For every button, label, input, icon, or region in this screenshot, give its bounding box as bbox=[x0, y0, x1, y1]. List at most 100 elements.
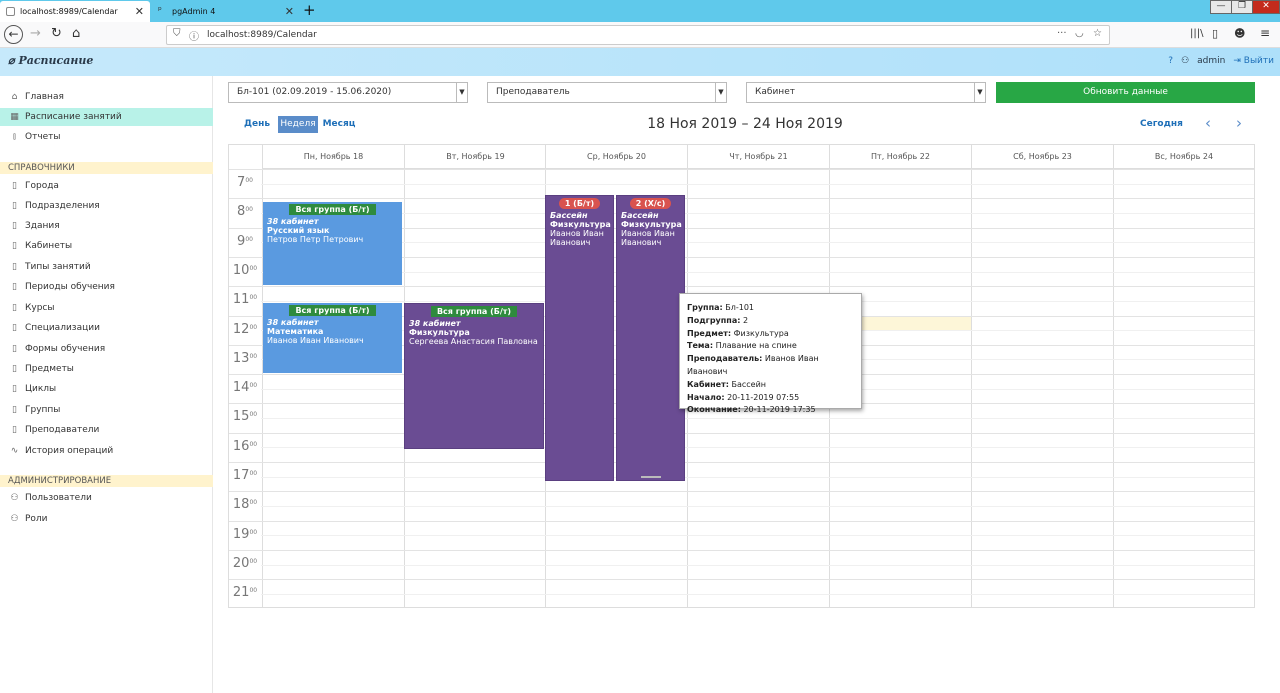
logout-button[interactable]: ⇥ Выйти bbox=[1233, 56, 1274, 66]
library-icon[interactable]: |||\ bbox=[1190, 28, 1203, 39]
sidebar-item-teachers[interactable]: ▯ Преподаватели bbox=[0, 421, 213, 439]
section-references: СПРАВОЧНИКИ bbox=[0, 162, 213, 174]
forward-icon[interactable]: → bbox=[30, 26, 41, 41]
event-russian[interactable]: Вся группа (Б/т) 38 кабинет Русский язык… bbox=[263, 202, 402, 285]
browser-tab-calendar[interactable]: localhost:8989/Calendar ✕ bbox=[0, 1, 150, 22]
hour-number: 13 bbox=[232, 350, 250, 366]
hour-minutes: 00 bbox=[249, 587, 258, 595]
event-pe-tuesday[interactable]: Вся группа (Б/т) 38 кабинет Физкультура … bbox=[404, 303, 544, 449]
hour-number: 16 bbox=[232, 438, 250, 454]
url-bar[interactable]: ⛉ ⓘ localhost:8989/Calendar ··· ◡ ☆ bbox=[166, 25, 1110, 45]
hour-label: 1800 bbox=[229, 497, 261, 512]
brand-logo[interactable]: ⌀ Расписание bbox=[8, 54, 93, 67]
hour-number: 10 bbox=[232, 262, 250, 278]
hour-line bbox=[229, 462, 1254, 463]
sidebar-item-departments[interactable]: ▯ Подразделения bbox=[0, 197, 213, 215]
pgadmin-icon: ᵖ bbox=[158, 6, 162, 16]
event-pool-sub1[interactable]: 1 (Б/т) Бассейн Физкультура Иванов Иван … bbox=[545, 195, 614, 481]
event-badge: 1 (Б/т) bbox=[558, 198, 601, 209]
sidebar-item-specializations[interactable]: ▯ Специализации bbox=[0, 319, 213, 337]
view-week-button[interactable]: Неделя bbox=[278, 116, 318, 133]
sidebar-item-label: Формы обучения bbox=[25, 344, 106, 354]
refresh-button[interactable]: Обновить данные bbox=[996, 82, 1255, 103]
back-icon[interactable]: ← bbox=[4, 25, 23, 44]
sidebar-item-reports[interactable]: ⫾ Отчеты bbox=[0, 128, 213, 146]
sidebar-item-cities[interactable]: ▯ Города bbox=[0, 177, 213, 195]
minimize-icon[interactable]: — bbox=[1210, 0, 1232, 14]
room-select[interactable]: Кабинет ▼ bbox=[746, 82, 986, 103]
sidebar-item-buildings[interactable]: ▯ Здания bbox=[0, 217, 213, 235]
browser-tab-pgadmin[interactable]: ᵖ pgAdmin 4 ✕ bbox=[152, 1, 300, 22]
more-icon[interactable]: ··· bbox=[1057, 28, 1067, 39]
book-icon: ▯ bbox=[12, 424, 17, 435]
event-math[interactable]: Вся группа (Б/т) 38 кабинет Математика И… bbox=[263, 303, 402, 373]
sidebar-item-schedule[interactable]: ▦ Расписание занятий bbox=[0, 108, 213, 126]
book-icon: ▯ bbox=[12, 343, 17, 354]
hour-minutes: 00 bbox=[245, 177, 253, 184]
reload-icon[interactable]: ↻ bbox=[51, 26, 62, 41]
app-header: ⌀ Расписание ? ⚇ admin ⇥ Выйти bbox=[0, 48, 1280, 76]
sidebar-icon[interactable]: ▯ bbox=[1212, 27, 1218, 40]
group-select-value: Бл-101 (02.09.2019 - 15.06.2020) bbox=[237, 87, 392, 97]
day-header: Вс, Ноябрь 24 bbox=[1113, 145, 1254, 169]
hour-number: 20 bbox=[232, 555, 250, 571]
sidebar-item-study-forms[interactable]: ▯ Формы обучения bbox=[0, 340, 213, 358]
sidebar-item-history[interactable]: ∿ История операций bbox=[0, 442, 213, 460]
book-icon: ▯ bbox=[12, 383, 17, 394]
sidebar-item-groups[interactable]: ▯ Группы bbox=[0, 401, 213, 419]
maximize-icon[interactable]: ❐ bbox=[1231, 0, 1253, 14]
sidebar-item-rooms[interactable]: ▯ Кабинеты bbox=[0, 237, 213, 255]
book-icon: ▯ bbox=[12, 180, 17, 191]
chevron-left-icon[interactable]: ‹ bbox=[1205, 114, 1211, 132]
close-tab-icon[interactable]: ✕ bbox=[285, 5, 294, 18]
event-subject: Русский язык bbox=[267, 226, 330, 235]
menu-icon[interactable]: ≡ bbox=[1260, 26, 1270, 40]
tooltip-value: 2 bbox=[742, 315, 749, 325]
sidebar-item-lesson-types[interactable]: ▯ Типы занятий bbox=[0, 258, 213, 276]
close-window-icon[interactable]: ✕ bbox=[1252, 0, 1280, 14]
sidebar-item-users[interactable]: ⚇ Пользователи bbox=[0, 489, 213, 507]
tooltip-value: 20-11-2019 07:55 bbox=[727, 392, 800, 402]
event-teacher: Иванов Иван Иванович bbox=[267, 336, 364, 345]
sidebar-item-home[interactable]: ⌂ Главная bbox=[0, 88, 213, 106]
book-icon: ▯ bbox=[12, 200, 17, 211]
home-button-icon[interactable]: ⌂ bbox=[72, 26, 80, 41]
sidebar-item-cycles[interactable]: ▯ Циклы bbox=[0, 380, 213, 398]
group-select[interactable]: Бл-101 (02.09.2019 - 15.06.2020) ▼ bbox=[228, 82, 468, 103]
sidebar-item-label: Здания bbox=[25, 221, 60, 231]
view-month-button[interactable]: Месяц bbox=[321, 116, 357, 133]
sidebar-item-roles[interactable]: ⚇ Роли bbox=[0, 510, 213, 528]
event-pool-sub2[interactable]: 2 (Х/с) Бассейн Физкультура Иванов Иван … bbox=[616, 195, 685, 481]
teacher-select[interactable]: Преподаватель ▼ bbox=[487, 82, 727, 103]
hour-minutes: 00 bbox=[249, 411, 258, 419]
user-name[interactable]: admin bbox=[1197, 56, 1225, 66]
chevron-down-icon: ▼ bbox=[456, 83, 467, 102]
sidebar-item-label: Курсы bbox=[25, 303, 55, 313]
hour-label: 1000 bbox=[229, 263, 261, 278]
close-tab-icon[interactable]: ✕ bbox=[135, 5, 144, 18]
new-tab-icon[interactable]: + bbox=[303, 1, 316, 19]
hour-label: 1700 bbox=[229, 468, 261, 483]
account-icon[interactable]: ☻ bbox=[1234, 27, 1245, 40]
hour-number: 14 bbox=[232, 380, 250, 396]
hour-number: 12 bbox=[232, 321, 250, 337]
book-icon: ▯ bbox=[12, 322, 17, 333]
resize-handle[interactable] bbox=[641, 476, 661, 478]
today-button[interactable]: Сегодня bbox=[1140, 119, 1183, 129]
info-icon: ⓘ bbox=[189, 32, 199, 43]
hour-label: 1600 bbox=[229, 439, 261, 454]
pocket-icon[interactable]: ◡ bbox=[1075, 28, 1084, 39]
help-icon[interactable]: ? bbox=[1168, 56, 1173, 66]
tooltip-key: Предмет: bbox=[687, 328, 732, 338]
tooltip-value: Бл-101 bbox=[725, 303, 755, 312]
sidebar-item-courses[interactable]: ▯ Курсы bbox=[0, 299, 213, 317]
sidebar-item-subjects[interactable]: ▯ Предметы bbox=[0, 360, 213, 378]
star-icon[interactable]: ☆ bbox=[1093, 28, 1102, 39]
chevron-right-icon[interactable]: › bbox=[1236, 114, 1242, 132]
sidebar-item-label: Кабинеты bbox=[25, 241, 73, 251]
view-day-button[interactable]: День bbox=[241, 116, 273, 133]
sidebar-item-periods[interactable]: ▯ Периоды обучения bbox=[0, 278, 213, 296]
half-hour-line bbox=[261, 183, 1254, 185]
half-hour-line bbox=[261, 505, 1254, 507]
column-divider bbox=[1113, 145, 1114, 607]
